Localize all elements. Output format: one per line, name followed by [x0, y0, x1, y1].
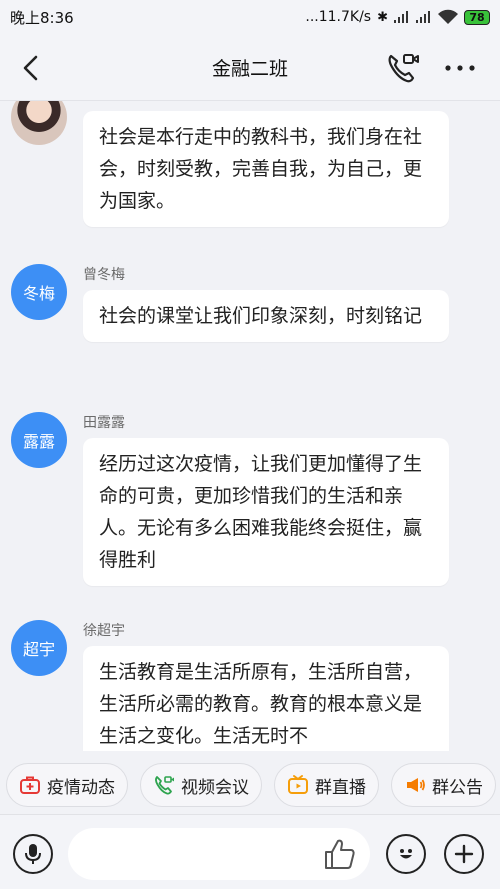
status-icons: ...11.7K/s ✱ 78	[305, 9, 490, 25]
medkit-icon	[20, 776, 40, 794]
video-phone-icon	[155, 776, 174, 795]
avatar[interactable]: 露露	[11, 412, 67, 468]
back-icon[interactable]	[16, 52, 48, 84]
message-bubble[interactable]: 社会是本行走中的教科书，我们身在社会，时刻受教，完善自我，为自己，更为国家。	[83, 111, 449, 227]
voice-button[interactable]	[13, 834, 53, 874]
add-button[interactable]	[444, 834, 484, 874]
emoji-button[interactable]	[386, 834, 426, 874]
chip-label: 群公告	[432, 777, 483, 798]
chip-label: 群直播	[315, 777, 366, 798]
signal-icon	[394, 11, 410, 23]
chip-label: 疫情动态	[47, 777, 115, 798]
message-bubble[interactable]: 社会的课堂让我们印象深刻，时刻铭记	[83, 290, 449, 342]
avatar[interactable]	[11, 101, 67, 145]
network-speed: ...11.7K/s	[305, 9, 372, 25]
plus-icon	[454, 844, 474, 864]
avatar[interactable]: 超宇	[11, 620, 67, 676]
quick-action-epidemic[interactable]: 疫情动态	[6, 763, 128, 807]
thumbs-up-icon[interactable]	[322, 837, 358, 871]
microphone-icon	[25, 844, 41, 864]
message-list[interactable]: 社会是本行走中的教科书，我们身在社会，时刻受教，完善自我，为自己，更为国家。 冬…	[0, 101, 500, 751]
megaphone-icon	[407, 778, 425, 792]
sender-name: 徐超宇	[83, 623, 125, 639]
sender-name: 田露露	[83, 415, 125, 431]
input-bar	[0, 814, 500, 889]
page-title: 金融二班	[211, 57, 288, 80]
quick-actions-bar: 疫情动态 视频会议 群直播 群公告	[0, 756, 500, 814]
battery-icon: 78	[464, 9, 490, 25]
smiley-icon	[400, 849, 412, 859]
avatar[interactable]: 冬梅	[11, 264, 67, 320]
bluetooth-icon: ✱	[377, 9, 388, 25]
wifi-icon	[438, 9, 458, 24]
status-bar: 晚上8:36 ...11.7K/s ✱ 78	[0, 0, 500, 34]
signal-icon-2	[416, 11, 432, 23]
quick-action-announcement[interactable]: 群公告	[391, 763, 496, 807]
quick-action-video-meeting[interactable]: 视频会议	[140, 763, 262, 807]
sender-name: 曾冬梅	[83, 267, 125, 283]
video-call-icon[interactable]	[384, 50, 420, 86]
more-icon[interactable]	[440, 52, 480, 84]
message-bubble[interactable]: 生活教育是生活所原有，生活所自营，生活所必需的教育。教育的根本意义是生活之变化。…	[83, 646, 449, 751]
message-bubble[interactable]: 经历过这次疫情，让我们更加懂得了生命的可贵，更加珍惜我们的生活和亲人。无论有多么…	[83, 438, 449, 586]
quick-action-live[interactable]: 群直播	[274, 763, 379, 807]
tv-icon	[288, 775, 308, 794]
battery-level: 78	[469, 10, 485, 24]
chat-header: 金融二班	[0, 34, 500, 101]
chip-label: 视频会议	[181, 777, 249, 798]
status-time: 晚上8:36	[10, 8, 74, 27]
